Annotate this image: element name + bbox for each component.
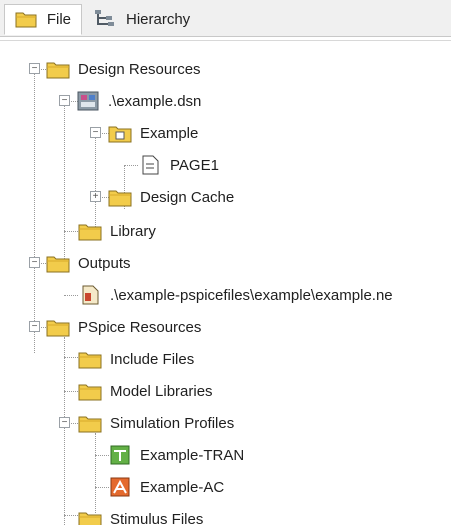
tree-item-dsn-file[interactable]: .\example.dsn [76, 86, 201, 116]
tree-item-design-cache[interactable]: Design Cache [108, 182, 234, 212]
schematic-folder-icon [108, 123, 132, 143]
tree-connector [64, 337, 65, 525]
expander-dsn[interactable]: − [59, 95, 70, 106]
folder-icon [15, 10, 39, 30]
folder-icon [46, 59, 70, 79]
tree-item-label: Outputs [78, 255, 131, 272]
tab-hierarchy-label: Hierarchy [126, 11, 190, 28]
folder-icon [78, 221, 102, 241]
tree-item-page1[interactable]: PAGE1 [138, 150, 219, 180]
tree-item-design-resources[interactable]: Design Resources [46, 54, 201, 84]
tree-item-model-libraries[interactable]: Model Libraries [78, 376, 213, 406]
tree-connector [95, 455, 109, 456]
folder-icon [78, 349, 102, 369]
tree-connector [64, 231, 78, 232]
expander-example[interactable]: − [90, 127, 101, 138]
project-tree: − − − + − − − Design Resources .\example… [0, 40, 451, 525]
tree-connector [95, 433, 96, 513]
tree-item-label: Stimulus Files [110, 511, 203, 525]
tree-item-profile-ac[interactable]: Example-AC [108, 472, 224, 502]
tree-item-simulation-profiles[interactable]: Simulation Profiles [78, 408, 234, 438]
tree-connector [34, 69, 35, 353]
tree-connector [64, 357, 78, 358]
tree-item-netlist-file[interactable]: .\example-pspicefiles\example\example.ne [78, 280, 393, 310]
tree-item-library[interactable]: Library [78, 216, 156, 246]
hierarchy-icon [94, 10, 118, 30]
tree-item-label: .\example.dsn [108, 93, 201, 110]
expander-outputs[interactable]: − [29, 257, 40, 268]
folder-icon [46, 253, 70, 273]
tree-item-profile-tran[interactable]: Example-TRAN [108, 440, 244, 470]
tree-item-include-files[interactable]: Include Files [78, 344, 194, 374]
tree-item-outputs[interactable]: Outputs [46, 248, 131, 278]
tree-item-label: Model Libraries [110, 383, 213, 400]
folder-icon [46, 317, 70, 337]
simulation-profile-tran-icon [108, 445, 132, 465]
tree-connector [64, 515, 78, 516]
netlist-file-icon [78, 285, 102, 305]
folder-icon [78, 413, 102, 433]
tree-connector [64, 295, 78, 296]
expander-design-cache[interactable]: + [90, 191, 101, 202]
tree-item-label: PSpice Resources [78, 319, 201, 336]
tree-connector [64, 101, 65, 261]
tree-item-label: Library [110, 223, 156, 240]
tree-item-label: Example-TRAN [140, 447, 244, 464]
tree-item-label: .\example-pspicefiles\example\example.ne [110, 287, 393, 304]
tree-item-label: Include Files [110, 351, 194, 368]
folder-icon [78, 381, 102, 401]
folder-icon [108, 187, 132, 207]
expander-design-resources[interactable]: − [29, 63, 40, 74]
tree-item-label: Design Resources [78, 61, 201, 78]
design-file-icon [76, 91, 100, 111]
tree-connector [95, 487, 109, 488]
tree-item-label: PAGE1 [170, 157, 219, 174]
tree-item-stimulus-files[interactable]: Stimulus Files [78, 504, 203, 525]
schematic-page-icon [138, 155, 162, 175]
tree-connector [124, 165, 138, 166]
tab-file-label: File [47, 11, 71, 28]
expander-simulation-profiles[interactable]: − [59, 417, 70, 428]
expander-pspice-resources[interactable]: − [29, 321, 40, 332]
simulation-profile-ac-icon [108, 477, 132, 497]
tab-hierarchy[interactable]: Hierarchy [84, 4, 202, 35]
project-tabbar: File Hierarchy [0, 0, 451, 37]
tree-item-example[interactable]: Example [108, 118, 198, 148]
folder-icon [78, 509, 102, 525]
tree-item-label: Example-AC [140, 479, 224, 496]
tree-item-label: Example [140, 125, 198, 142]
tree-connector [64, 391, 78, 392]
tree-item-label: Design Cache [140, 189, 234, 206]
tree-item-label: Simulation Profiles [110, 415, 234, 432]
tree-item-pspice-resources[interactable]: PSpice Resources [46, 312, 201, 342]
tab-file[interactable]: File [4, 4, 82, 35]
